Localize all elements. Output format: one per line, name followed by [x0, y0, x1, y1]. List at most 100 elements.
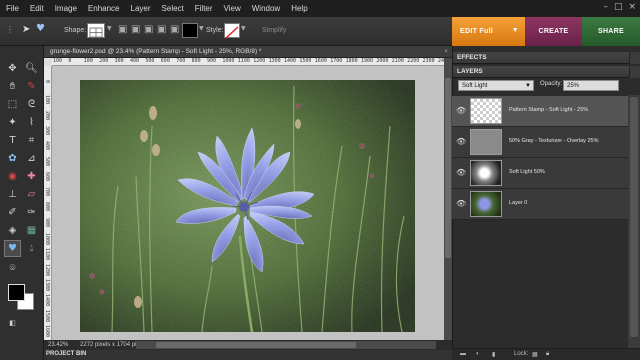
layer-thumbnail	[470, 98, 502, 124]
lasso-tool-icon[interactable]: ᘓ	[23, 96, 40, 113]
close-document-icon[interactable]: ×	[444, 46, 448, 58]
ruler-tick-label: 1000	[44, 233, 50, 246]
project-bin-label[interactable]: PROJECT BIN	[46, 351, 86, 357]
layers-panel-menu[interactable]	[629, 66, 640, 78]
close-icon[interactable]: ×	[628, 2, 636, 12]
ruler-tick-label: 800	[191, 58, 201, 64]
effects-panel-title[interactable]: EFFECTS	[453, 52, 629, 64]
ruler-tick-label: 1000	[222, 58, 235, 64]
sponge-tool-icon[interactable]: ⌾	[4, 260, 21, 277]
ruler-tick-label: 200	[99, 58, 109, 64]
layers-scroll-thumb[interactable]	[630, 97, 638, 337]
gradient-tool-icon[interactable]: ▦	[23, 222, 40, 239]
layer-row[interactable]: 👁︎ Layer 0	[452, 189, 628, 220]
vertical-scrollbar[interactable]	[444, 58, 452, 340]
layers-panel-title[interactable]: LAYERS	[453, 66, 629, 78]
straighten-tool-icon[interactable]: ⊿	[23, 150, 40, 167]
share-tab[interactable]: SHARE	[582, 17, 640, 46]
blend-mode-value: Soft Light	[462, 83, 488, 89]
document-tab[interactable]: grunge-flower2.psd @ 23.4% (Pattern Stam…	[44, 46, 452, 58]
foreground-color-swatch[interactable]	[8, 284, 25, 301]
clone-stamp-tool-icon[interactable]: ⊥	[4, 186, 21, 203]
combine-add-icon[interactable]: ▣	[131, 24, 140, 35]
layer-row[interactable]: 👁︎ 50% Gray - Texturizer - Overlay 25%	[452, 127, 628, 158]
color-swatch[interactable]	[182, 23, 198, 38]
blur-tool-icon[interactable]: 💧︎	[23, 240, 40, 257]
simplify-button[interactable]: Simplify	[262, 27, 287, 34]
eye-visibility-icon[interactable]: 👁︎	[456, 199, 466, 208]
menu-file[interactable]: File	[6, 4, 19, 13]
layer-row[interactable]: 👁︎ Pattern Stamp - Soft Light - 25%	[452, 96, 628, 127]
layer-name: 50% Gray - Texturizer - Overlay 25%	[509, 138, 599, 144]
menu-select[interactable]: Select	[162, 4, 184, 13]
heart-shape-icon[interactable]: ♥	[36, 23, 45, 34]
delete-layer-icon[interactable]: ▮	[492, 351, 495, 358]
combine-intersect-icon[interactable]: ▣	[157, 24, 166, 35]
menu-image[interactable]: Image	[55, 4, 77, 13]
document-canvas[interactable]	[52, 66, 444, 340]
custom-shape-tool-icon[interactable]: ♥	[4, 240, 21, 257]
menu-edit[interactable]: Edit	[30, 4, 44, 13]
paint-bucket-tool-icon[interactable]: ◈	[4, 222, 21, 239]
effects-panel-menu[interactable]	[629, 52, 640, 64]
menu-help[interactable]: Help	[291, 4, 307, 13]
type-tool-icon[interactable]: T	[4, 132, 21, 149]
layer-name: Pattern Stamp - Soft Light - 25%	[509, 107, 589, 113]
eye-visibility-icon[interactable]: 👁︎	[456, 106, 466, 115]
eyedropper-tool-icon[interactable]: ✎	[23, 78, 40, 95]
ruler-tick-label: 0	[68, 58, 72, 64]
red-eye-tool-icon[interactable]: ◉	[4, 168, 21, 185]
menu-view[interactable]: View	[224, 4, 241, 13]
menu-filter[interactable]: Filter	[195, 4, 213, 13]
minimize-icon[interactable]: –	[603, 2, 608, 12]
blend-mode-select[interactable]: Soft Light ▼	[458, 80, 534, 91]
chevron-down-icon[interactable]: ▼	[199, 25, 204, 32]
eye-visibility-icon[interactable]: 👁︎	[456, 168, 466, 177]
default-colors-icon[interactable]: ◧	[4, 314, 21, 331]
opacity-field[interactable]: 25%	[563, 80, 619, 91]
horizontal-scroll-thumb[interactable]	[156, 342, 356, 348]
create-tab[interactable]: CREATE	[525, 17, 582, 46]
combine-subtract-icon[interactable]: ▣	[144, 24, 153, 35]
zoom-tool-icon[interactable]: 🔍︎	[23, 60, 40, 77]
shape-picker[interactable]	[87, 23, 105, 38]
adjustment-layer-icon[interactable]: ◐	[476, 351, 480, 357]
edit-full-button[interactable]: EDIT Full ▼	[452, 17, 525, 46]
hand-tool-icon[interactable]: ✋︎	[4, 78, 21, 95]
combine-exclude-icon[interactable]: ▣	[170, 24, 179, 35]
ruler-tick-label: 1700	[330, 58, 343, 64]
eye-visibility-icon[interactable]: 👁︎	[456, 137, 466, 146]
chevron-down-icon[interactable]: ▼	[107, 25, 112, 32]
zoom-readout[interactable]: 23.42%	[48, 342, 68, 348]
maximize-icon[interactable]: □	[614, 2, 623, 12]
chevron-down-icon[interactable]: ▼	[241, 25, 246, 32]
layer-row[interactable]: 👁︎ Soft Light 50%	[452, 158, 628, 189]
style-picker[interactable]	[224, 23, 240, 39]
marquee-tool-icon[interactable]: ⬚	[4, 96, 21, 113]
healing-brush-tool-icon[interactable]: ✚	[23, 168, 40, 185]
cookie-cutter-tool-icon[interactable]: ✿	[4, 150, 21, 167]
layers-scrollbar[interactable]	[628, 95, 640, 348]
horizontal-scrollbar[interactable]	[136, 341, 436, 349]
move-tool-icon[interactable]: ✥	[4, 60, 21, 77]
arrow-tool-icon[interactable]: ➤	[22, 24, 30, 35]
ruler-tick-label: 900	[44, 217, 50, 227]
menu-enhance[interactable]: Enhance	[88, 4, 120, 13]
brush-tool-icon[interactable]: ✐	[4, 204, 21, 221]
shape-grid-icon	[89, 27, 103, 38]
eraser-tool-icon[interactable]: ▱	[23, 186, 40, 203]
menu-layer[interactable]: Layer	[131, 4, 151, 13]
smart-brush-tool-icon[interactable]: ✑	[23, 204, 40, 221]
ruler-tick-label: 1500	[299, 58, 312, 64]
lock-transparency-icon[interactable]: ▦	[532, 351, 538, 358]
magic-wand-tool-icon[interactable]: ✦	[4, 114, 21, 131]
vertical-scroll-thumb[interactable]	[445, 78, 451, 258]
new-layer-icon[interactable]: ▬	[460, 351, 466, 357]
crop-tool-icon[interactable]: ⌗	[23, 132, 40, 149]
menu-window[interactable]: Window	[252, 4, 280, 13]
combine-new-icon[interactable]: ▣	[118, 24, 127, 35]
chevron-down-icon[interactable]: ▼	[512, 27, 519, 34]
canvas-area[interactable]	[52, 66, 444, 340]
selection-brush-tool-icon[interactable]: ⌇	[23, 114, 40, 131]
lock-all-icon[interactable]: 🔒︎	[546, 351, 549, 358]
